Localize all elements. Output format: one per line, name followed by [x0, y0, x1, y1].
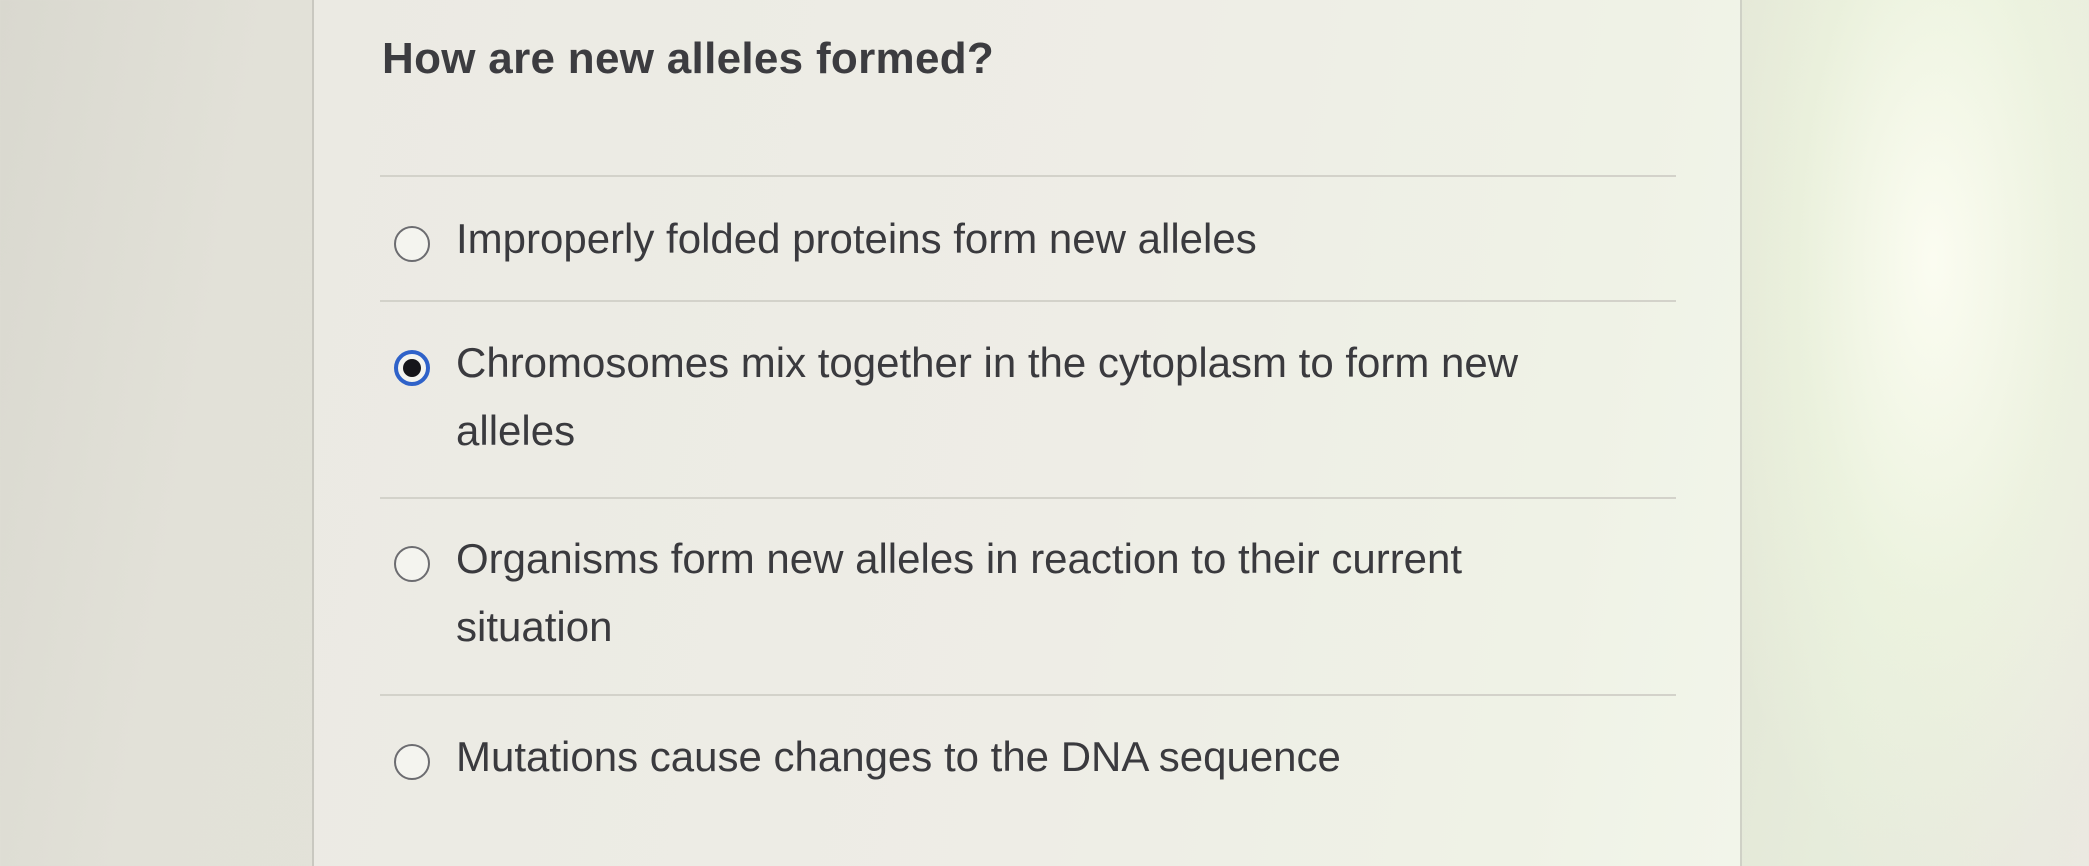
divider: [380, 300, 1676, 302]
divider: [380, 497, 1676, 499]
answer-option-3[interactable]: Organisms form new alleles in reaction t…: [394, 535, 1594, 661]
answer-option-label: Organisms form new alleles in reaction t…: [456, 535, 1463, 650]
answer-option-label: Mutations cause changes to the DNA seque…: [456, 733, 1341, 780]
divider: [380, 694, 1676, 696]
radio-button-selected-icon[interactable]: [394, 350, 430, 386]
radio-button-unselected-icon[interactable]: [394, 226, 430, 262]
answer-option-2[interactable]: Chromosomes mix together in the cytoplas…: [394, 339, 1594, 465]
radio-button-unselected-icon[interactable]: [394, 744, 430, 780]
question-title: How are new alleles formed?: [382, 34, 995, 83]
radio-button-unselected-icon[interactable]: [394, 546, 430, 582]
answer-option-label: Chromosomes mix together in the cytoplas…: [456, 339, 1519, 454]
answer-option-label: Improperly folded proteins form new alle…: [456, 215, 1257, 262]
screen-glare: [1700, 0, 2089, 866]
answer-option-4[interactable]: Mutations cause changes to the DNA seque…: [394, 733, 1594, 791]
answer-option-1[interactable]: Improperly folded proteins form new alle…: [394, 215, 1594, 273]
divider: [380, 175, 1676, 177]
question-card: How are new alleles formed? Improperly f…: [312, 0, 1742, 866]
